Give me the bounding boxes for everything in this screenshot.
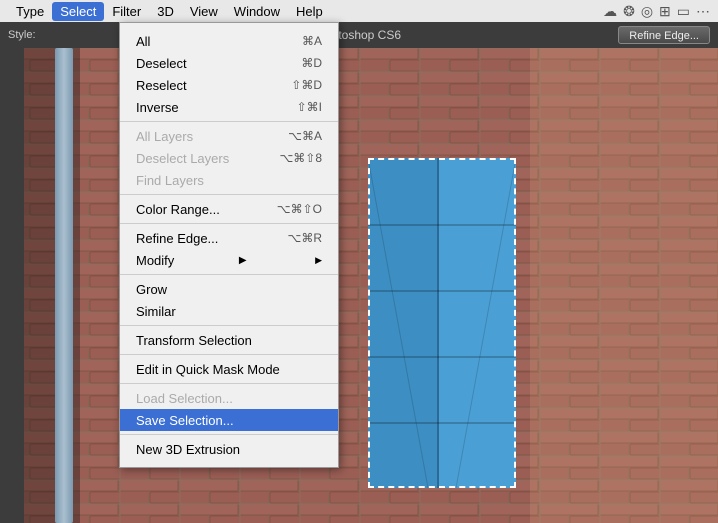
menu-item-refine-edge[interactable]: Refine Edge... ⌥⌘R xyxy=(120,227,338,249)
menu-item-transform-selection[interactable]: Transform Selection xyxy=(120,329,338,351)
menu-3d[interactable]: 3D xyxy=(149,2,182,21)
menu-item-grow[interactable]: Grow xyxy=(120,278,338,300)
menu-section-8: Load Selection... Save Selection... xyxy=(120,384,338,435)
menu-item-inverse[interactable]: Inverse ⇧⌘I xyxy=(120,96,338,118)
menu-section-3: Color Range... ⌥⌘⇧O xyxy=(120,195,338,224)
refine-edge-button[interactable]: Refine Edge... xyxy=(618,26,710,44)
style-label: Style: xyxy=(8,29,36,41)
menu-item-quick-mask[interactable]: Edit in Quick Mask Mode xyxy=(120,358,338,380)
mac-icon-6: ⋯ xyxy=(696,3,710,20)
menu-section-1: All ⌘A Deselect ⌘D Reselect ⇧⌘D Inverse … xyxy=(120,27,338,122)
mac-icon-3: ◎ xyxy=(641,3,653,20)
tools-strip xyxy=(0,48,24,523)
menu-item-load-selection: Load Selection... xyxy=(120,387,338,409)
menu-item-color-range[interactable]: Color Range... ⌥⌘⇧O xyxy=(120,198,338,220)
menu-item-deselect-layers: Deselect Layers ⌥⌘⇧8 xyxy=(120,147,338,169)
menu-section-6: Transform Selection xyxy=(120,326,338,355)
menu-section-2: All Layers ⌥⌘A Deselect Layers ⌥⌘⇧8 Find… xyxy=(120,122,338,195)
menu-item-similar[interactable]: Similar xyxy=(120,300,338,322)
mac-icon-1: ☁ xyxy=(603,3,617,20)
mac-icon-4: ⊞ xyxy=(659,3,671,20)
menu-item-all[interactable]: All ⌘A xyxy=(120,30,338,52)
menu-item-reselect[interactable]: Reselect ⇧⌘D xyxy=(120,74,338,96)
menu-help[interactable]: Help xyxy=(288,2,331,21)
toolbar-strip: Style: Photoshop CS6 ht: Refine Edge... xyxy=(0,22,718,48)
menu-section-5: Grow Similar xyxy=(120,275,338,326)
submenu-arrow: ▶ xyxy=(239,255,247,266)
menu-type[interactable]: Type xyxy=(8,2,52,21)
menu-item-modify[interactable]: Modify ▶ xyxy=(120,249,338,271)
menu-view[interactable]: View xyxy=(182,2,226,21)
menu-select[interactable]: Select xyxy=(52,2,104,21)
menu-item-3d-extrusion[interactable]: New 3D Extrusion xyxy=(120,438,338,460)
menu-bar: Type Select Filter 3D View Window Help ☁… xyxy=(0,0,718,22)
mac-icon-2: ❂ xyxy=(623,3,635,20)
mac-icon-5: ▭ xyxy=(677,3,690,20)
menu-item-find-layers: Find Layers xyxy=(120,169,338,191)
menu-filter[interactable]: Filter xyxy=(104,2,149,21)
menu-item-save-selection[interactable]: Save Selection... xyxy=(120,409,338,431)
menu-item-deselect[interactable]: Deselect ⌘D xyxy=(120,52,338,74)
menu-section-7: Edit in Quick Mask Mode xyxy=(120,355,338,384)
menu-section-4: Refine Edge... ⌥⌘R Modify ▶ xyxy=(120,224,338,275)
brick-background xyxy=(0,48,718,523)
select-dropdown-menu: All ⌘A Deselect ⌘D Reselect ⇧⌘D Inverse … xyxy=(119,22,339,468)
canvas-area xyxy=(0,48,718,523)
menu-section-9: New 3D Extrusion xyxy=(120,435,338,463)
menu-item-all-layers: All Layers ⌥⌘A xyxy=(120,125,338,147)
menu-window[interactable]: Window xyxy=(226,2,288,21)
